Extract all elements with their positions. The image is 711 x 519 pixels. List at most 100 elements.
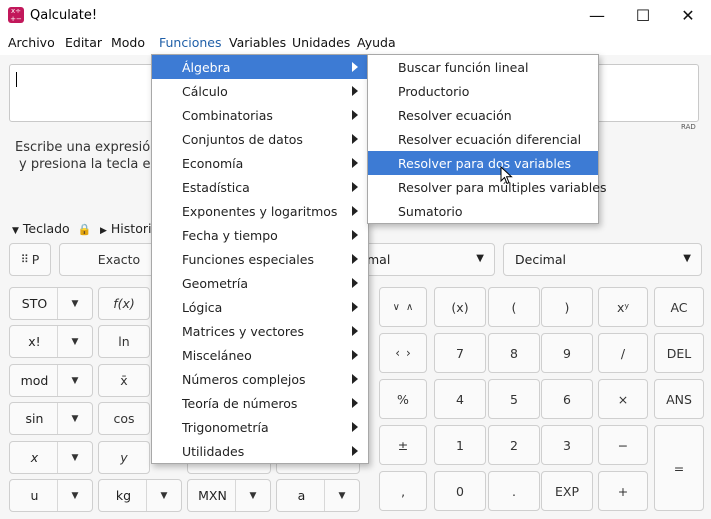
- variable-y-button[interactable]: y: [98, 441, 150, 474]
- currency-mxn-button[interactable]: MXN ▼: [187, 479, 271, 512]
- menu-item-trigonometria[interactable]: Trigonometría: [152, 415, 368, 439]
- digit-1-button[interactable]: 1: [434, 425, 486, 465]
- open-paren-button[interactable]: (: [488, 287, 540, 327]
- menu-item-label: Utilidades: [182, 443, 245, 459]
- menu-item-funciones-especiales[interactable]: Funciones especiales: [152, 247, 368, 271]
- menu-item-exponentes-y-logaritmos[interactable]: Exponentes y logaritmos: [152, 199, 368, 223]
- dropdown-arrow-icon[interactable]: ▼: [57, 480, 92, 511]
- digit-8-button[interactable]: 8: [488, 333, 540, 373]
- submenu-item-productorio[interactable]: Productorio: [368, 79, 598, 103]
- menu-editar[interactable]: Editar: [65, 35, 102, 50]
- menu-item-combinatorias[interactable]: Combinatorias: [152, 103, 368, 127]
- keypad-switch-button[interactable]: ⠿ P: [9, 243, 51, 276]
- unit-u-button[interactable]: u ▼: [9, 479, 93, 512]
- ln-button[interactable]: ln: [98, 325, 150, 358]
- dropdown-arrow-icon[interactable]: ▼: [324, 480, 359, 511]
- digit-7-button[interactable]: 7: [434, 333, 486, 373]
- menu-item-numeros-complejos[interactable]: Números complejos: [152, 367, 368, 391]
- hint-text-line2: y presiona la tecla ent: [19, 157, 164, 172]
- dropdown-arrow-icon[interactable]: ▼: [57, 288, 92, 319]
- lock-icon[interactable]: 🔒: [78, 223, 92, 236]
- factorial-button[interactable]: x! ▼: [9, 325, 93, 358]
- dropdown-arrow-icon[interactable]: ▼: [146, 480, 181, 511]
- submenu-arrow-icon: [352, 446, 358, 456]
- variable-a-button[interactable]: a ▼: [276, 479, 360, 512]
- sto-button[interactable]: STO ▼: [9, 287, 93, 320]
- dropdown-arrow-icon[interactable]: ▼: [235, 480, 270, 511]
- exp-button[interactable]: EXP: [541, 471, 593, 511]
- comma-button[interactable]: ‚: [379, 471, 427, 511]
- digit-3-button[interactable]: 3: [541, 425, 593, 465]
- close-button[interactable]: ✕: [665, 0, 711, 31]
- menu-item-miscelaneo[interactable]: Misceláneo: [152, 343, 368, 367]
- submenu-item-sumatorio[interactable]: Sumatorio: [368, 199, 598, 223]
- keyboard-toggle[interactable]: ▼ Teclado 🔒: [12, 221, 91, 236]
- function-button[interactable]: f(x): [98, 287, 150, 320]
- sin-button[interactable]: sin ▼: [9, 402, 93, 435]
- minus-button[interactable]: −: [598, 425, 648, 465]
- submenu-arrow-icon: [352, 110, 358, 120]
- history-nav-button[interactable]: ∨ ∧: [379, 287, 427, 327]
- variable-x-button[interactable]: x ▼: [9, 441, 93, 474]
- menu-item-conjuntos-de-datos[interactable]: Conjuntos de datos: [152, 127, 368, 151]
- submenu-arrow-icon: [352, 206, 358, 216]
- submenu-item-resolver-ecuacion[interactable]: Resolver ecuación: [368, 103, 598, 127]
- parenthesize-button[interactable]: (x): [434, 287, 486, 327]
- percent-button[interactable]: %: [379, 379, 427, 419]
- digit-0-button[interactable]: 0: [434, 471, 486, 511]
- mean-button[interactable]: x̄: [98, 364, 150, 397]
- expander-right-icon: ▶: [100, 226, 107, 236]
- menu-item-geometria[interactable]: Geometría: [152, 271, 368, 295]
- multiply-button[interactable]: ×: [598, 379, 648, 419]
- minimize-button[interactable]: —: [574, 0, 620, 31]
- digit-9-button[interactable]: 9: [541, 333, 593, 373]
- number-format-select[interactable]: mal ▼: [355, 243, 495, 276]
- cos-button[interactable]: cos: [98, 402, 150, 435]
- answer-button[interactable]: ANS: [654, 379, 704, 419]
- menu-item-utilidades[interactable]: Utilidades: [152, 439, 368, 463]
- mod-button[interactable]: mod ▼: [9, 364, 93, 397]
- digit-5-button[interactable]: 5: [488, 379, 540, 419]
- dropdown-arrow-icon[interactable]: ▼: [57, 442, 92, 473]
- cursor-nav-button[interactable]: ‹ ›: [379, 333, 427, 373]
- menu-unidades[interactable]: Unidades: [292, 35, 350, 50]
- menu-item-matrices-y-vectores[interactable]: Matrices y vectores: [152, 319, 368, 343]
- menu-item-estadistica[interactable]: Estadística: [152, 175, 368, 199]
- calculator-icon: x÷ +−: [8, 7, 24, 23]
- all-clear-button[interactable]: AC: [654, 287, 704, 327]
- menu-item-teoria-de-numeros[interactable]: Teoría de números: [152, 391, 368, 415]
- base-select[interactable]: Decimal ▼: [503, 243, 702, 276]
- menu-ayuda[interactable]: Ayuda: [357, 35, 396, 50]
- delete-button[interactable]: DEL: [654, 333, 704, 373]
- menu-item-label: Combinatorias: [182, 107, 273, 123]
- digit-2-button[interactable]: 2: [488, 425, 540, 465]
- menu-modo[interactable]: Modo: [111, 35, 145, 50]
- dropdown-arrow-icon[interactable]: ▼: [57, 403, 92, 434]
- submenu-item-resolver-para-dos-variables[interactable]: Resolver para dos variables: [368, 151, 598, 175]
- equals-button[interactable]: =: [654, 425, 704, 511]
- submenu-item-resolver-para-multiples-variables[interactable]: Resolver para múltiples variables: [368, 175, 606, 199]
- digit-6-button[interactable]: 6: [541, 379, 593, 419]
- divide-button[interactable]: /: [598, 333, 648, 373]
- maximize-button[interactable]: ☐: [620, 0, 666, 31]
- menu-item-fecha-y-tiempo[interactable]: Fecha y tiempo: [152, 223, 368, 247]
- digit-4-button[interactable]: 4: [434, 379, 486, 419]
- menu-item-label: Matrices y vectores: [182, 323, 304, 339]
- decimal-point-button[interactable]: .: [488, 471, 540, 511]
- menu-item-economia[interactable]: Economía: [152, 151, 368, 175]
- menu-item-logica[interactable]: Lógica: [152, 295, 368, 319]
- plus-button[interactable]: +: [598, 471, 648, 511]
- dropdown-arrow-icon[interactable]: ▼: [57, 365, 92, 396]
- unit-kg-button[interactable]: kg ▼: [98, 479, 182, 512]
- menu-item-calculo[interactable]: Cálculo: [152, 79, 368, 103]
- menu-archivo[interactable]: Archivo: [8, 35, 55, 50]
- close-paren-button[interactable]: ): [541, 287, 593, 327]
- dropdown-arrow-icon[interactable]: ▼: [57, 326, 92, 357]
- plus-minus-button[interactable]: ±: [379, 425, 427, 465]
- menu-funciones[interactable]: Funciones: [159, 35, 221, 50]
- submenu-item-buscar-funcion-lineal[interactable]: Buscar función lineal: [368, 55, 598, 79]
- menu-variables[interactable]: Variables: [229, 35, 286, 50]
- submenu-item-resolver-ecuacion-diferencial[interactable]: Resolver ecuación diferencial: [368, 127, 598, 151]
- menu-item-algebra[interactable]: Álgebra: [152, 55, 368, 79]
- power-button[interactable]: xʸ: [598, 287, 648, 327]
